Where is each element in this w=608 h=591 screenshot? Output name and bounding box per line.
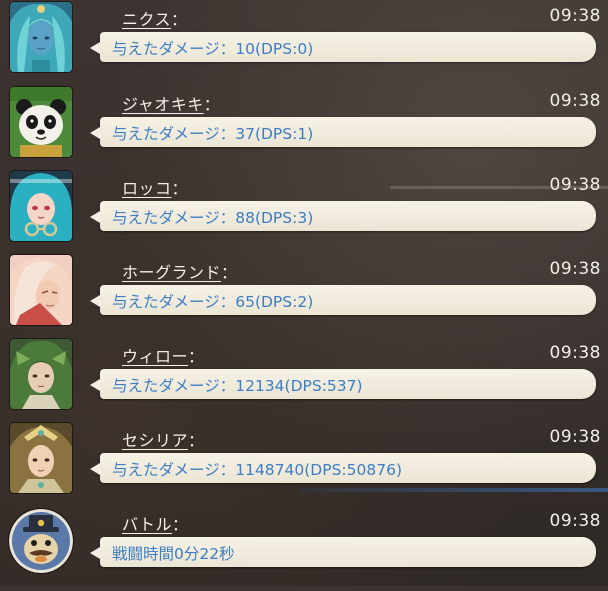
message-bubble: 与えたダメージ：37(DPS:1) — [90, 117, 596, 147]
message-bubble: 戦闘時間0分22秒 — [90, 537, 596, 567]
rocco-portrait-icon[interactable] — [10, 171, 72, 241]
message-text: 与えたダメージ：10(DPS:0) — [112, 40, 314, 58]
panda-portrait-icon[interactable] — [10, 87, 72, 157]
hoagland-portrait-icon[interactable] — [10, 255, 72, 325]
sender-name-link[interactable]: ニクス — [122, 10, 171, 29]
message-timestamp: 09:38 — [549, 427, 601, 447]
sender-name: セシリア： — [122, 427, 205, 451]
message-text: 戦闘時間0分22秒 — [112, 545, 235, 563]
chat-message: ウィロー： 09:38 与えたダメージ：12134(DPS:537) — [0, 339, 608, 423]
sender-name: バトル： — [122, 511, 189, 535]
message-timestamp: 09:38 — [549, 91, 601, 111]
message-timestamp: 09:38 — [549, 259, 601, 279]
name-colon: ： — [221, 263, 238, 282]
message-text: 与えたダメージ：1148740(DPS:50876) — [112, 461, 403, 479]
sender-name: ロッコ： — [122, 175, 188, 199]
sender-name-link[interactable]: ウィロー — [122, 347, 188, 366]
message-bubble: 与えたダメージ：10(DPS:0) — [90, 32, 596, 62]
sender-name: ホーグランド： — [122, 259, 238, 283]
name-colon: ： — [188, 347, 205, 366]
message-timestamp: 09:38 — [549, 175, 601, 195]
sender-name-link[interactable]: セシリア — [122, 431, 188, 450]
message-timestamp: 09:38 — [549, 511, 601, 531]
chat-message: バトル： 09:38 戦闘時間0分22秒 — [0, 507, 608, 591]
chat-message: ジャオキキ： 09:38 与えたダメージ：37(DPS:1) — [0, 87, 608, 171]
name-colon: ： — [203, 95, 221, 114]
willow-portrait-icon[interactable] — [10, 339, 72, 409]
message-bubble: 与えたダメージ：65(DPS:2) — [90, 285, 596, 315]
sender-name-link[interactable]: ジャオキキ — [122, 95, 204, 114]
name-colon: ： — [188, 431, 205, 450]
nyx-portrait-icon[interactable] — [10, 2, 72, 72]
sender-name-link[interactable]: バトル — [122, 515, 172, 534]
name-colon: ： — [171, 10, 188, 29]
sender-name-link[interactable]: ロッコ — [122, 179, 172, 198]
message-text: 与えたダメージ：12134(DPS:537) — [112, 377, 363, 395]
cecilia-portrait-icon[interactable] — [10, 423, 72, 493]
message-text: 与えたダメージ：65(DPS:2) — [112, 293, 314, 311]
sender-name: ニクス： — [122, 6, 188, 30]
battle-mascot-icon[interactable] — [9, 509, 73, 573]
message-bubble: 与えたダメージ：88(DPS:3) — [90, 201, 596, 231]
name-colon: ： — [171, 515, 189, 534]
message-timestamp: 09:38 — [549, 343, 601, 363]
message-text: 与えたダメージ：37(DPS:1) — [112, 125, 314, 143]
sender-name-link[interactable]: ホーグランド — [122, 263, 221, 282]
name-colon: ： — [171, 179, 189, 198]
message-bubble: 与えたダメージ：12134(DPS:537) — [90, 369, 596, 399]
chat-message: ホーグランド： 09:38 与えたダメージ：65(DPS:2) — [0, 255, 608, 339]
message-bubble: 与えたダメージ：1148740(DPS:50876) — [90, 453, 596, 483]
chat-message: ロッコ： 09:38 与えたダメージ：88(DPS:3) — [0, 171, 608, 255]
message-timestamp: 09:38 — [549, 6, 601, 26]
message-text: 与えたダメージ：88(DPS:3) — [112, 209, 314, 227]
chat-message: ニクス： 09:38 与えたダメージ：10(DPS:0) — [0, 2, 608, 86]
sender-name: ウィロー： — [122, 343, 205, 367]
chat-message: セシリア： 09:38 与えたダメージ：1148740(DPS:50876) — [0, 423, 608, 507]
sender-name: ジャオキキ： — [122, 91, 220, 115]
